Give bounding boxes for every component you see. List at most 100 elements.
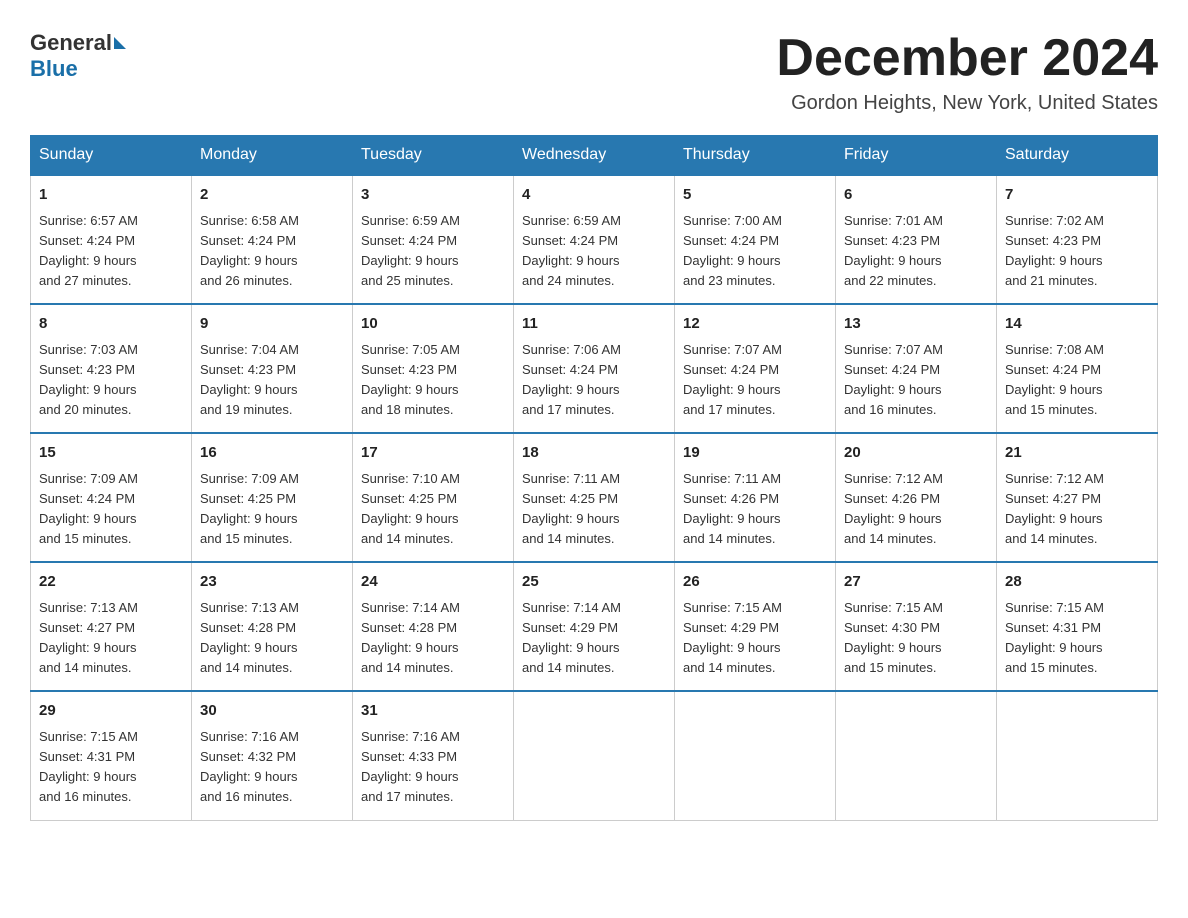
calendar-cell: 18 Sunrise: 7:11 AMSunset: 4:25 PMDayligh… <box>514 433 675 562</box>
calendar-cell: 20 Sunrise: 7:12 AMSunset: 4:26 PMDayligh… <box>836 433 997 562</box>
calendar-cell: 14Sunrise: 7:08 AMSunset: 4:24 PMDayligh… <box>997 304 1158 433</box>
page-header: General Blue December 2024 Gordon Height… <box>30 30 1158 115</box>
day-info: Sunrise: 6:59 AMSunset: 4:24 PMDaylight:… <box>522 211 666 292</box>
column-header-saturday: Saturday <box>997 136 1158 176</box>
calendar-cell: 10Sunrise: 7:05 AMSunset: 4:23 PMDayligh… <box>353 304 514 433</box>
calendar-cell: 6Sunrise: 7:01 AMSunset: 4:23 PMDaylight… <box>836 175 997 304</box>
day-info: Sunrise: 7:14 AMSunset: 4:28 PMDaylight:… <box>361 598 505 679</box>
day-number: 31 <box>361 700 505 723</box>
day-number: 28 <box>1005 571 1149 594</box>
day-number: 9 <box>200 313 344 336</box>
day-info: Sunrise: 7:01 AMSunset: 4:23 PMDaylight:… <box>844 211 988 292</box>
day-info: Sunrise: 7:07 AMSunset: 4:24 PMDaylight:… <box>683 340 827 421</box>
day-info: Sunrise: 7:15 AMSunset: 4:29 PMDaylight:… <box>683 598 827 679</box>
calendar-cell <box>997 691 1158 820</box>
calendar-cell: 25Sunrise: 7:14 AMSunset: 4:29 PMDayligh… <box>514 562 675 691</box>
day-info: Sunrise: 7:02 AMSunset: 4:23 PMDaylight:… <box>1005 211 1149 292</box>
day-number: 26 <box>683 571 827 594</box>
day-info: Sunrise: 7:08 AMSunset: 4:24 PMDaylight:… <box>1005 340 1149 421</box>
calendar-cell: 4Sunrise: 6:59 AMSunset: 4:24 PMDaylight… <box>514 175 675 304</box>
day-info: Sunrise: 7:07 AMSunset: 4:24 PMDaylight:… <box>844 340 988 421</box>
day-number: 18 <box>522 442 666 465</box>
calendar-cell: 23Sunrise: 7:13 AMSunset: 4:28 PMDayligh… <box>192 562 353 691</box>
day-info: Sunrise: 7:11 AMSunset: 4:25 PMDaylight:… <box>522 469 666 550</box>
calendar-cell <box>675 691 836 820</box>
day-info: Sunrise: 7:00 AMSunset: 4:24 PMDaylight:… <box>683 211 827 292</box>
day-info: Sunrise: 7:09 AMSunset: 4:24 PMDaylight:… <box>39 469 183 550</box>
day-number: 25 <box>522 571 666 594</box>
day-info: Sunrise: 7:15 AMSunset: 4:31 PMDaylight:… <box>1005 598 1149 679</box>
day-info: Sunrise: 7:13 AMSunset: 4:28 PMDaylight:… <box>200 598 344 679</box>
day-number: 1 <box>39 184 183 207</box>
calendar-cell: 7 Sunrise: 7:02 AMSunset: 4:23 PMDaylight… <box>997 175 1158 304</box>
day-number: 17 <box>361 442 505 465</box>
calendar-cell: 9 Sunrise: 7:04 AMSunset: 4:23 PMDaylight… <box>192 304 353 433</box>
logo-text: General <box>30 30 128 56</box>
day-number: 29 <box>39 700 183 723</box>
calendar-cell: 24 Sunrise: 7:14 AMSunset: 4:28 PMDayligh… <box>353 562 514 691</box>
day-info: Sunrise: 7:15 AMSunset: 4:30 PMDaylight:… <box>844 598 988 679</box>
calendar-cell: 13 Sunrise: 7:07 AMSunset: 4:24 PMDayligh… <box>836 304 997 433</box>
week-row-4: 22 Sunrise: 7:13 AMSunset: 4:27 PMDayligh… <box>31 562 1158 691</box>
day-number: 2 <box>200 184 344 207</box>
day-info: Sunrise: 7:13 AMSunset: 4:27 PMDaylight:… <box>39 598 183 679</box>
calendar-cell: 30Sunrise: 7:16 AMSunset: 4:32 PMDayligh… <box>192 691 353 820</box>
day-number: 16 <box>200 442 344 465</box>
calendar-cell: 22 Sunrise: 7:13 AMSunset: 4:27 PMDayligh… <box>31 562 192 691</box>
calendar-cell: 2Sunrise: 6:58 AMSunset: 4:24 PMDaylight… <box>192 175 353 304</box>
day-info: Sunrise: 7:03 AMSunset: 4:23 PMDaylight:… <box>39 340 183 421</box>
day-info: Sunrise: 7:04 AMSunset: 4:23 PMDaylight:… <box>200 340 344 421</box>
day-info: Sunrise: 7:12 AMSunset: 4:26 PMDaylight:… <box>844 469 988 550</box>
calendar-cell: 8 Sunrise: 7:03 AMSunset: 4:23 PMDaylight… <box>31 304 192 433</box>
day-info: Sunrise: 6:59 AMSunset: 4:24 PMDaylight:… <box>361 211 505 292</box>
calendar-cell: 5 Sunrise: 7:00 AMSunset: 4:24 PMDaylight… <box>675 175 836 304</box>
calendar-cell: 19 Sunrise: 7:11 AMSunset: 4:26 PMDayligh… <box>675 433 836 562</box>
column-header-friday: Friday <box>836 136 997 176</box>
calendar-cell: 26 Sunrise: 7:15 AMSunset: 4:29 PMDayligh… <box>675 562 836 691</box>
day-info: Sunrise: 7:10 AMSunset: 4:25 PMDaylight:… <box>361 469 505 550</box>
calendar-table: SundayMondayTuesdayWednesdayThursdayFrid… <box>30 135 1158 820</box>
title-section: December 2024 Gordon Heights, New York, … <box>776 30 1158 115</box>
week-row-3: 15 Sunrise: 7:09 AMSunset: 4:24 PMDayligh… <box>31 433 1158 562</box>
calendar-cell: 31 Sunrise: 7:16 AMSunset: 4:33 PMDayligh… <box>353 691 514 820</box>
calendar-cell: 17 Sunrise: 7:10 AMSunset: 4:25 PMDayligh… <box>353 433 514 562</box>
day-info: Sunrise: 7:16 AMSunset: 4:33 PMDaylight:… <box>361 727 505 808</box>
day-number: 7 <box>1005 184 1149 207</box>
day-number: 5 <box>683 184 827 207</box>
calendar-cell: 1 Sunrise: 6:57 AMSunset: 4:24 PMDaylight… <box>31 175 192 304</box>
day-info: Sunrise: 7:09 AMSunset: 4:25 PMDaylight:… <box>200 469 344 550</box>
calendar-cell: 15 Sunrise: 7:09 AMSunset: 4:24 PMDayligh… <box>31 433 192 562</box>
column-header-tuesday: Tuesday <box>353 136 514 176</box>
day-info: Sunrise: 7:11 AMSunset: 4:26 PMDaylight:… <box>683 469 827 550</box>
week-row-5: 29 Sunrise: 7:15 AMSunset: 4:31 PMDayligh… <box>31 691 1158 820</box>
day-number: 30 <box>200 700 344 723</box>
logo-general-text: General <box>30 30 112 56</box>
day-info: Sunrise: 7:15 AMSunset: 4:31 PMDaylight:… <box>39 727 183 808</box>
calendar-cell: 28 Sunrise: 7:15 AMSunset: 4:31 PMDayligh… <box>997 562 1158 691</box>
day-info: Sunrise: 7:06 AMSunset: 4:24 PMDaylight:… <box>522 340 666 421</box>
day-info: Sunrise: 7:12 AMSunset: 4:27 PMDaylight:… <box>1005 469 1149 550</box>
day-number: 22 <box>39 571 183 594</box>
week-row-2: 8 Sunrise: 7:03 AMSunset: 4:23 PMDaylight… <box>31 304 1158 433</box>
calendar-cell: 27 Sunrise: 7:15 AMSunset: 4:30 PMDayligh… <box>836 562 997 691</box>
day-number: 15 <box>39 442 183 465</box>
day-number: 20 <box>844 442 988 465</box>
day-number: 8 <box>39 313 183 336</box>
day-number: 10 <box>361 313 505 336</box>
day-number: 19 <box>683 442 827 465</box>
calendar-cell <box>514 691 675 820</box>
calendar-cell: 3 Sunrise: 6:59 AMSunset: 4:24 PMDaylight… <box>353 175 514 304</box>
calendar-cell <box>836 691 997 820</box>
calendar-cell: 16 Sunrise: 7:09 AMSunset: 4:25 PMDayligh… <box>192 433 353 562</box>
calendar-cell: 29 Sunrise: 7:15 AMSunset: 4:31 PMDayligh… <box>31 691 192 820</box>
logo-blue-text: Blue <box>30 56 78 81</box>
day-info: Sunrise: 6:57 AMSunset: 4:24 PMDaylight:… <box>39 211 183 292</box>
day-number: 27 <box>844 571 988 594</box>
day-number: 3 <box>361 184 505 207</box>
calendar-cell: 11Sunrise: 7:06 AMSunset: 4:24 PMDayligh… <box>514 304 675 433</box>
day-number: 21 <box>1005 442 1149 465</box>
month-year-title: December 2024 <box>776 30 1158 87</box>
location-subtitle: Gordon Heights, New York, United States <box>776 92 1158 115</box>
day-number: 24 <box>361 571 505 594</box>
day-number: 13 <box>844 313 988 336</box>
